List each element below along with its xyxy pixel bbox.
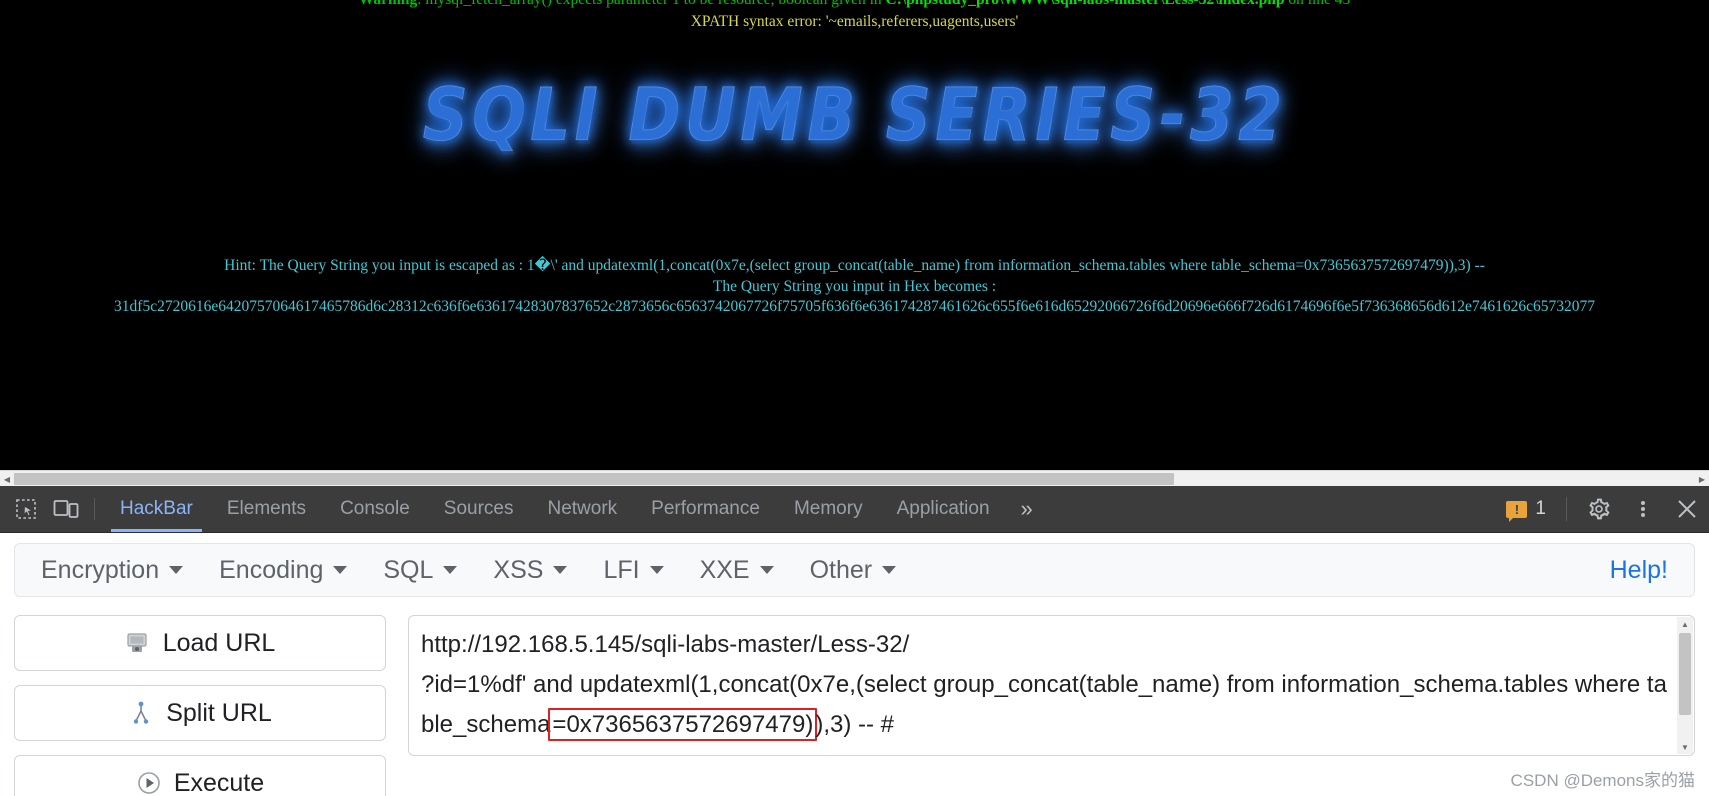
scroll-left-arrow-icon[interactable]: ◀: [0, 471, 14, 487]
menu-xss-label: XSS: [493, 555, 544, 584]
tab-network[interactable]: Network: [530, 486, 634, 532]
scrollbar-track[interactable]: [14, 471, 1695, 487]
warning-indicator[interactable]: ! 1: [1496, 498, 1556, 522]
tab-memory[interactable]: Memory: [777, 486, 880, 532]
scroll-down-arrow-icon[interactable]: ▼: [1677, 740, 1693, 754]
chevron-down-icon: [169, 566, 184, 574]
scroll-right-arrow-icon[interactable]: ▶: [1695, 471, 1709, 487]
tab-console[interactable]: Console: [323, 486, 427, 532]
banner-title-wrap: SQLI DUMB SERIES-32: [0, 71, 1709, 168]
browser-page-content: Warning: mysql_fetch_array() expects par…: [0, 0, 1709, 477]
load-url-icon: [127, 633, 147, 652]
menu-encryption[interactable]: Encryption: [23, 550, 201, 590]
scrollbar-thumb[interactable]: [14, 473, 1174, 485]
toolbar-divider: [94, 498, 95, 520]
warning-count: 1: [1535, 498, 1546, 519]
devtools-tabbar: HackBar Elements Console Sources Network…: [0, 486, 1709, 533]
hackbar-panel: Encryption Encoding SQL XSS LFI XXE Othe…: [0, 533, 1709, 796]
execute-button[interactable]: Execute: [14, 755, 386, 796]
execute-icon: [138, 772, 160, 794]
hackbar-action-buttons: Load URL Split URL Execute: [14, 615, 386, 796]
more-tabs-chevron-icon[interactable]: »: [1007, 486, 1047, 532]
split-url-label: Split URL: [166, 698, 272, 727]
php-warning-suffix: on line 45: [1284, 0, 1350, 8]
chevron-down-icon: [882, 566, 897, 574]
chevron-down-icon: [649, 566, 664, 574]
page-horizontal-scrollbar[interactable]: ◀ ▶: [0, 470, 1709, 487]
split-url-icon: [134, 701, 149, 724]
chevron-down-icon: [759, 566, 774, 574]
scroll-up-arrow-icon[interactable]: ▲: [1677, 617, 1693, 631]
tab-elements[interactable]: Elements: [210, 486, 323, 532]
menu-encoding-label: Encoding: [219, 555, 324, 584]
load-url-label: Load URL: [162, 628, 276, 657]
php-warning-label: Warning: [359, 0, 418, 8]
url-part-after: ),3) -- #: [815, 711, 895, 738]
tab-performance[interactable]: Performance: [634, 486, 777, 532]
inspect-element-icon[interactable]: [6, 489, 46, 529]
menu-sql[interactable]: SQL: [365, 550, 475, 590]
chevron-down-icon: [443, 566, 458, 574]
url-textarea-scrollbar[interactable]: ▲ ▼: [1677, 617, 1693, 754]
hackbar-body: Load URL Split URL Execute http://192.16…: [14, 615, 1695, 796]
devtools-panel: HackBar Elements Console Sources Network…: [0, 486, 1709, 796]
php-warning-line: Warning: mysql_fetch_array() expects par…: [0, 0, 1709, 9]
menu-xxe[interactable]: XXE: [682, 550, 792, 590]
close-icon[interactable]: [1665, 486, 1709, 532]
tab-application[interactable]: Application: [880, 486, 1007, 532]
menu-other[interactable]: Other: [792, 550, 915, 590]
chevron-down-icon: [333, 566, 348, 574]
url-textarea[interactable]: http://192.168.5.145/sqli-labs-master/Le…: [408, 615, 1695, 756]
url-scrollbar-thumb[interactable]: [1679, 633, 1691, 715]
hint-hex-line: 31df5c2720616e6420757064617465786d6c2831…: [114, 298, 1595, 315]
hint-block: Hint: The Query String you input is esca…: [0, 255, 1709, 297]
xpath-error-line: XPATH syntax error: '~emails,referers,ua…: [690, 13, 1019, 30]
url-textarea-text: http://192.168.5.145/sqli-labs-master/Le…: [421, 625, 1668, 745]
menu-encoding[interactable]: Encoding: [201, 550, 365, 590]
url-highlighted-hex: =0x7365637572697479): [548, 708, 818, 741]
menu-encryption-label: Encryption: [41, 555, 160, 584]
more-options-icon[interactable]: [1621, 486, 1665, 532]
chevron-down-icon: [553, 566, 568, 574]
hint-line-2: The Query String you input in Hex become…: [712, 278, 997, 295]
tab-sources[interactable]: Sources: [427, 486, 531, 532]
warning-badge-icon: !: [1506, 500, 1528, 522]
execute-label: Execute: [173, 768, 265, 796]
screenshot-root: Warning: mysql_fetch_array() expects par…: [0, 0, 1709, 796]
toolbar-divider-right: [1566, 497, 1567, 521]
menu-xxe-label: XXE: [699, 555, 750, 584]
php-warning-text: : mysql_fetch_array() expects parameter …: [417, 0, 885, 8]
watermark: CSDN @Demons家的猫: [1510, 771, 1695, 790]
menu-xss[interactable]: XSS: [475, 550, 585, 590]
help-link[interactable]: Help!: [1592, 556, 1686, 585]
split-url-button[interactable]: Split URL: [14, 685, 386, 741]
menu-other-label: Other: [809, 555, 873, 584]
menu-sql-label: SQL: [383, 555, 434, 584]
banner-title: SQLI DUMB SERIES-32: [422, 71, 1287, 158]
gear-icon[interactable]: [1577, 486, 1621, 532]
hackbar-menubar: Encryption Encoding SQL XSS LFI XXE Othe…: [14, 543, 1695, 597]
menu-lfi-label: LFI: [603, 555, 640, 584]
load-url-button[interactable]: Load URL: [14, 615, 386, 671]
php-warning-path: C:\phpstudy_pro\WWW\sqli-labs-master\Les…: [886, 0, 1285, 8]
hint-line-1: Hint: The Query String you input is esca…: [224, 257, 1485, 274]
tab-hackbar[interactable]: HackBar: [103, 486, 210, 532]
menu-lfi[interactable]: LFI: [585, 550, 681, 590]
device-toolbar-icon[interactable]: [46, 489, 86, 529]
